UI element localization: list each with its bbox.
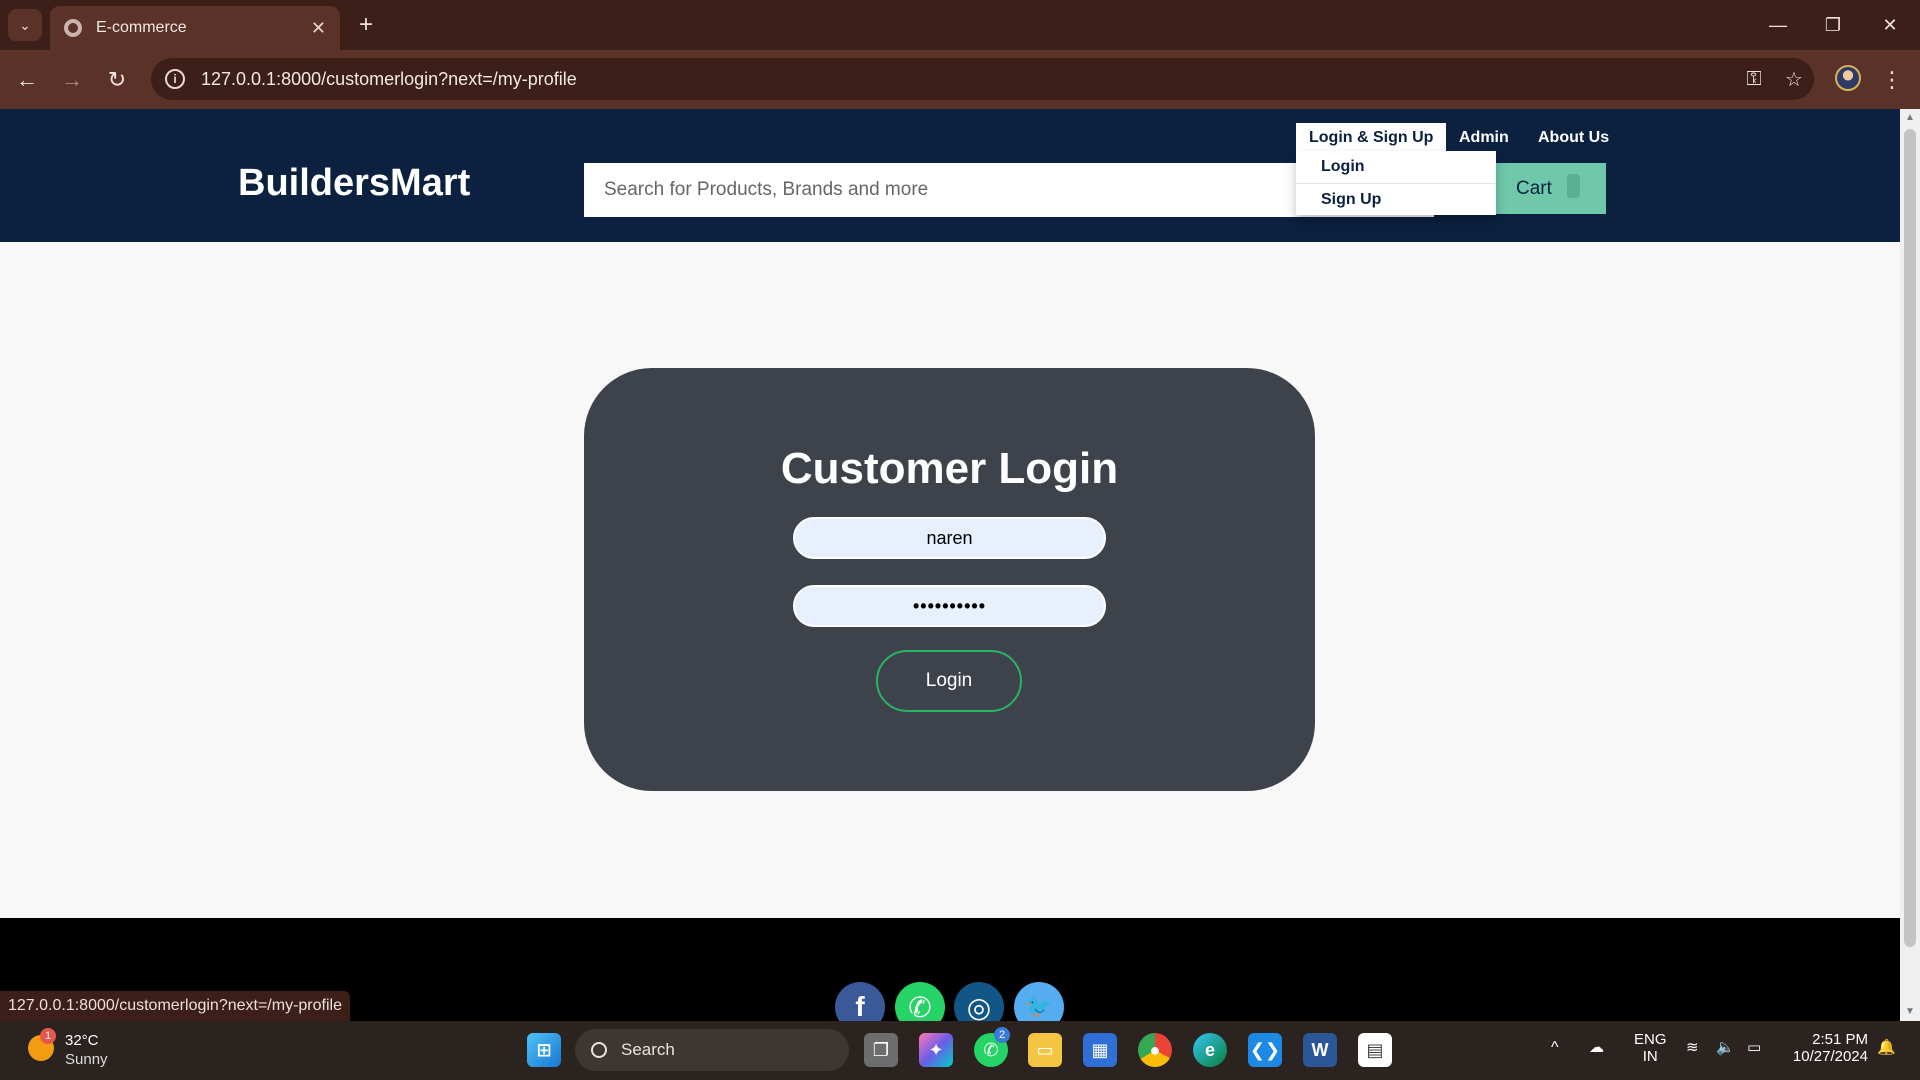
- login-button[interactable]: Login: [876, 650, 1022, 712]
- login-dropdown-menu: Login Sign Up: [1296, 151, 1496, 215]
- password-input[interactable]: ••••••••••: [793, 585, 1106, 627]
- login-title: Customer Login: [780, 444, 1119, 493]
- notepad-icon[interactable]: ▤: [1358, 1033, 1392, 1067]
- profile-avatar[interactable]: [1835, 65, 1861, 91]
- tray-overflow-icon[interactable]: ^: [1551, 1039, 1559, 1057]
- search-icon: [591, 1042, 607, 1058]
- weather-temperature[interactable]: 32°C: [65, 1032, 99, 1049]
- weather-description[interactable]: Sunny: [65, 1051, 108, 1068]
- file-explorer-icon[interactable]: ▭: [1028, 1033, 1062, 1067]
- dropdown-signup[interactable]: Sign Up: [1296, 183, 1496, 215]
- reload-icon[interactable]: ↻: [102, 65, 132, 95]
- site-logo[interactable]: BuildersMart: [238, 162, 470, 205]
- whatsapp-badge: 2: [994, 1027, 1010, 1043]
- minimize-icon[interactable]: —: [1763, 12, 1793, 38]
- taskbar-search-label: Search: [621, 1040, 675, 1059]
- onedrive-icon[interactable]: ☁: [1589, 1038, 1604, 1056]
- site-header: BuildersMart Cart ▾ Login & Sign Up Admi…: [0, 109, 1900, 242]
- task-view-icon[interactable]: ❐: [864, 1033, 898, 1067]
- nav-about-us[interactable]: About Us: [1538, 123, 1609, 153]
- scroll-down-icon[interactable]: ▼: [1900, 1003, 1920, 1021]
- language-indicator[interactable]: ENG IN: [1634, 1031, 1667, 1065]
- browser-tab-bar: ⌄ E-commerce ✕ + — ❐ ✕: [0, 0, 1920, 50]
- scroll-up-icon[interactable]: ▲: [1900, 109, 1920, 127]
- microsoft-store-icon[interactable]: ▦: [1083, 1033, 1117, 1067]
- tab-title: E-commerce: [96, 19, 187, 36]
- back-icon[interactable]: ←: [12, 65, 42, 95]
- username-input[interactable]: naren: [793, 517, 1106, 559]
- restore-icon[interactable]: ❐: [1818, 12, 1848, 38]
- clock-time: 2:51 PM: [1812, 1031, 1868, 1048]
- tab-search-button[interactable]: ⌄: [8, 9, 42, 41]
- close-tab-icon[interactable]: ✕: [311, 18, 326, 39]
- browser-menu-icon[interactable]: ⋮: [1880, 65, 1904, 95]
- link-status-bar: 127.0.0.1:8000/customerlogin?next=/my-pr…: [0, 991, 350, 1021]
- clock[interactable]: 2:51 PM 10/27/2024: [1786, 1031, 1868, 1065]
- nav-login-signup[interactable]: Login & Sign Up: [1296, 123, 1447, 153]
- language-region: IN: [1642, 1048, 1658, 1065]
- windows-taskbar: 1 32°C Sunny ⊞ Search ❐ ✦ ✆ 2 ▭ ▦ ● e ❮❯…: [0, 1021, 1920, 1080]
- nav-admin[interactable]: Admin: [1459, 123, 1509, 153]
- battery-icon[interactable]: ▭: [1747, 1038, 1761, 1056]
- browser-tab[interactable]: E-commerce ✕: [50, 6, 340, 50]
- dropdown-login[interactable]: Login: [1296, 151, 1496, 183]
- browser-toolbar: ← → ↻ i 127.0.0.1:8000/customerlogin?nex…: [0, 50, 1920, 109]
- language-code: ENG: [1634, 1031, 1667, 1048]
- address-bar[interactable]: i 127.0.0.1:8000/customerlogin?next=/my-…: [151, 58, 1814, 100]
- wifi-icon[interactable]: ≋: [1686, 1038, 1699, 1056]
- windows-start-icon[interactable]: ⊞: [527, 1033, 561, 1067]
- copilot-icon[interactable]: ✦: [919, 1033, 953, 1067]
- url-text[interactable]: 127.0.0.1:8000/customerlogin?next=/my-pr…: [201, 69, 1734, 90]
- close-window-icon[interactable]: ✕: [1875, 12, 1905, 38]
- page-viewport: BuildersMart Cart ▾ Login & Sign Up Admi…: [0, 109, 1900, 1021]
- vscode-icon[interactable]: ❮❯: [1248, 1033, 1282, 1067]
- clock-date: 10/27/2024: [1792, 1048, 1868, 1065]
- site-info-icon[interactable]: i: [165, 69, 185, 89]
- page-scrollbar[interactable]: ▲ ▼: [1900, 109, 1920, 1021]
- taskbar-search[interactable]: Search: [575, 1029, 849, 1071]
- volume-icon[interactable]: 🔈: [1716, 1038, 1735, 1056]
- bookmark-star-icon[interactable]: ☆: [1774, 67, 1814, 92]
- scroll-thumb[interactable]: [1904, 129, 1916, 947]
- new-tab-button[interactable]: +: [352, 11, 380, 39]
- cart-count-badge: [1567, 174, 1580, 198]
- password-key-icon[interactable]: ⚿: [1734, 68, 1774, 91]
- cart-label: Cart: [1516, 177, 1552, 199]
- weather-badge: 1: [40, 1028, 56, 1044]
- word-icon[interactable]: W: [1303, 1033, 1337, 1067]
- login-card: Customer Login naren •••••••••• Login: [584, 368, 1315, 791]
- globe-icon: [64, 19, 82, 37]
- forward-icon[interactable]: →: [57, 65, 87, 95]
- edge-icon[interactable]: e: [1193, 1033, 1227, 1067]
- notification-bell-icon[interactable]: 🔔: [1877, 1038, 1896, 1056]
- chrome-icon[interactable]: ●: [1138, 1033, 1172, 1067]
